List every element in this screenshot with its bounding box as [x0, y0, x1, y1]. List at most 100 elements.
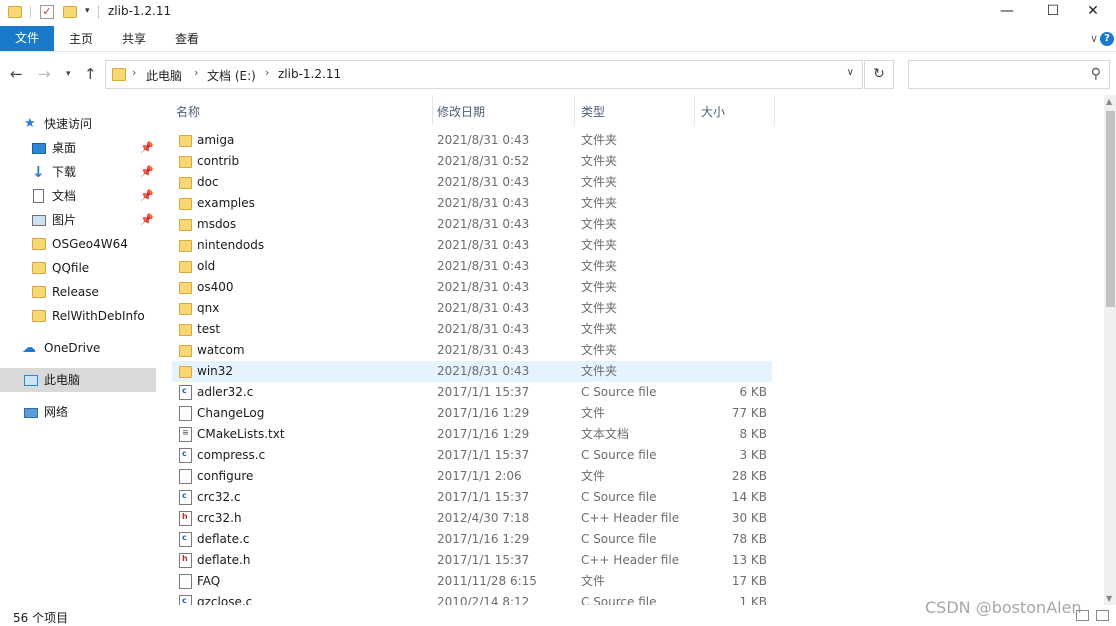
file-row[interactable]: doc 2021/8/31 0:43 文件夹: [172, 172, 772, 193]
column-header-name[interactable]: 名称: [176, 103, 200, 120]
chevron-right-icon[interactable]: ›: [265, 66, 269, 79]
nav-item-this-pc[interactable]: 此电脑: [0, 368, 156, 392]
navigation-pane: ★ 快速访问 桌面 📌 ↓ 下载 📌 文档 📌 图片 📌 OSGeo4W64 Q…: [0, 95, 157, 605]
file-type: C Source file: [581, 448, 657, 462]
file-name: watcom: [197, 343, 245, 357]
expand-ribbon-icon[interactable]: ∨: [1090, 32, 1098, 45]
chevron-right-icon[interactable]: ›: [132, 66, 136, 79]
nav-item-relwithdebinfo[interactable]: RelWithDebInfo: [0, 304, 156, 328]
folder-icon: [179, 135, 192, 147]
forward-arrow-icon[interactable]: →: [38, 65, 51, 83]
file-date: 2017/1/1 15:37: [437, 448, 530, 462]
help-icon[interactable]: ?: [1100, 32, 1114, 46]
pin-icon[interactable]: 📌: [140, 208, 154, 232]
nav-item-quick-access[interactable]: ★ 快速访问: [0, 112, 156, 136]
nav-item-release[interactable]: Release: [0, 280, 156, 304]
file-row[interactable]: c deflate.c 2017/1/16 1:29 C Source file 78 …: [172, 529, 772, 550]
recent-locations-icon[interactable]: ▾: [66, 69, 71, 79]
file-row[interactable]: h deflate.h 2017/1/1 15:37 C++ Header file 1…: [172, 550, 772, 571]
nav-item-pictures[interactable]: 图片 📌: [0, 208, 156, 232]
file-row[interactable]: examples 2021/8/31 0:43 文件夹: [172, 193, 772, 214]
scroll-down-icon[interactable]: ▼: [1106, 594, 1112, 603]
file-row[interactable]: c adler32.c 2017/1/1 15:37 C Source file 6 K…: [172, 382, 772, 403]
file-size: 6 KB: [739, 385, 767, 399]
file-row[interactable]: c gzclose.c 2010/2/14 8:12 C Source file 1 K…: [172, 592, 772, 605]
file-name: adler32.c: [197, 385, 254, 399]
up-arrow-icon[interactable]: ↑: [84, 65, 97, 83]
vertical-scrollbar[interactable]: ▲ ▼: [1104, 95, 1116, 605]
tab-share[interactable]: 共享: [122, 26, 146, 51]
new-folder-icon[interactable]: [63, 6, 77, 18]
column-divider[interactable]: [694, 95, 695, 125]
chevron-down-icon[interactable]: ∨: [847, 67, 854, 78]
address-bar[interactable]: › 此电脑 › 文档 (E:) › zlib-1.2.11 ∨: [105, 60, 863, 89]
file-row[interactable]: msdos 2021/8/31 0:43 文件夹: [172, 214, 772, 235]
file-row[interactable]: ≡ CMakeLists.txt 2017/1/16 1:29 文本文档 8 KB: [172, 424, 772, 445]
file-row[interactable]: nintendods 2021/8/31 0:43 文件夹: [172, 235, 772, 256]
file-name: compress.c: [197, 448, 266, 462]
file-row[interactable]: configure 2017/1/1 2:06 文件 28 KB: [172, 466, 772, 487]
file-name: doc: [197, 175, 219, 189]
file-row[interactable]: h crc32.h 2012/4/30 7:18 C++ Header file 30 …: [172, 508, 772, 529]
pin-icon[interactable]: 📌: [140, 160, 154, 184]
nav-item-label: 下载: [52, 165, 77, 179]
large-icons-view-icon[interactable]: [1096, 610, 1109, 621]
network-icon: [24, 408, 38, 418]
refresh-button[interactable]: ↻: [864, 60, 894, 89]
breadcrumb-folder[interactable]: zlib-1.2.11: [278, 67, 341, 81]
minimize-button[interactable]: —: [984, 0, 1030, 24]
nav-item-downloads[interactable]: ↓ 下载 📌: [0, 160, 156, 184]
file-row[interactable]: c crc32.c 2017/1/1 15:37 C Source file 14 KB: [172, 487, 772, 508]
search-icon: ⚲: [1090, 66, 1101, 82]
chevron-right-icon[interactable]: ›: [194, 66, 198, 79]
file-row[interactable]: contrib 2021/8/31 0:52 文件夹: [172, 151, 772, 172]
file-row[interactable]: test 2021/8/31 0:43 文件夹: [172, 319, 772, 340]
file-row[interactable]: watcom 2021/8/31 0:43 文件夹: [172, 340, 772, 361]
pin-icon[interactable]: 📌: [140, 136, 154, 160]
nav-item-label: 文档: [52, 189, 77, 203]
column-header-type[interactable]: 类型: [581, 103, 605, 120]
column-header-size[interactable]: 大小: [701, 103, 725, 120]
file-row[interactable]: old 2021/8/31 0:43 文件夹: [172, 256, 772, 277]
column-divider[interactable]: [574, 95, 575, 125]
file-row[interactable]: ChangeLog 2017/1/16 1:29 文件 77 KB: [172, 403, 772, 424]
file-row[interactable]: amiga 2021/8/31 0:43 文件夹: [172, 130, 772, 151]
back-arrow-icon[interactable]: ←: [10, 65, 23, 83]
file-row[interactable]: os400 2021/8/31 0:43 文件夹: [172, 277, 772, 298]
nav-item-desktop[interactable]: 桌面 📌: [0, 136, 156, 160]
close-button[interactable]: ✕: [1070, 0, 1116, 24]
details-view-icon[interactable]: [1076, 610, 1089, 621]
nav-item-documents[interactable]: 文档 📌: [0, 184, 156, 208]
properties-icon[interactable]: ✓: [40, 5, 54, 19]
file-row[interactable]: c compress.c 2017/1/1 15:37 C Source file 3 …: [172, 445, 772, 466]
customize-quick-access-icon[interactable]: ▾: [85, 6, 90, 22]
scroll-up-icon[interactable]: ▲: [1106, 97, 1112, 106]
tab-home[interactable]: 主页: [69, 26, 93, 51]
breadcrumb-this-pc[interactable]: 此电脑: [146, 67, 182, 84]
column-header-date[interactable]: 修改日期: [437, 103, 485, 120]
search-input[interactable]: ⚲: [908, 60, 1110, 89]
file-row[interactable]: win32 2021/8/31 0:43 文件夹: [172, 361, 772, 382]
file-row[interactable]: qnx 2021/8/31 0:43 文件夹: [172, 298, 772, 319]
file-date: 2021/8/31 0:43: [437, 343, 530, 357]
column-divider[interactable]: [432, 95, 433, 125]
file-explorer-window: ✓ ▾ zlib-1.2.11 — ☐ ✕ 文件 主页 共享 查看 ∨ ? ← …: [0, 0, 1116, 626]
file-name: configure: [197, 469, 254, 483]
text-lines-mark: ≡: [182, 428, 189, 437]
file-date: 2011/11/28 6:15: [437, 574, 537, 588]
nav-item-qqfile[interactable]: QQfile: [0, 256, 156, 280]
file-type: 文件夹: [581, 343, 618, 357]
nav-item-label: 此电脑: [44, 373, 81, 387]
nav-item-network[interactable]: 网络: [0, 400, 156, 424]
column-divider[interactable]: [774, 95, 775, 125]
scrollbar-thumb[interactable]: [1106, 111, 1115, 307]
nav-item-onedrive[interactable]: ☁ OneDrive: [0, 336, 156, 360]
folder-icon: [179, 156, 192, 168]
pin-icon[interactable]: 📌: [140, 184, 154, 208]
nav-item-osgeo4w64[interactable]: OSGeo4W64: [0, 232, 156, 256]
file-row[interactable]: FAQ 2011/11/28 6:15 文件 17 KB: [172, 571, 772, 592]
tab-file[interactable]: 文件: [0, 26, 54, 51]
file-size: 28 KB: [731, 469, 767, 483]
tab-view[interactable]: 查看: [175, 26, 199, 51]
breadcrumb-drive[interactable]: 文档 (E:): [207, 67, 256, 84]
